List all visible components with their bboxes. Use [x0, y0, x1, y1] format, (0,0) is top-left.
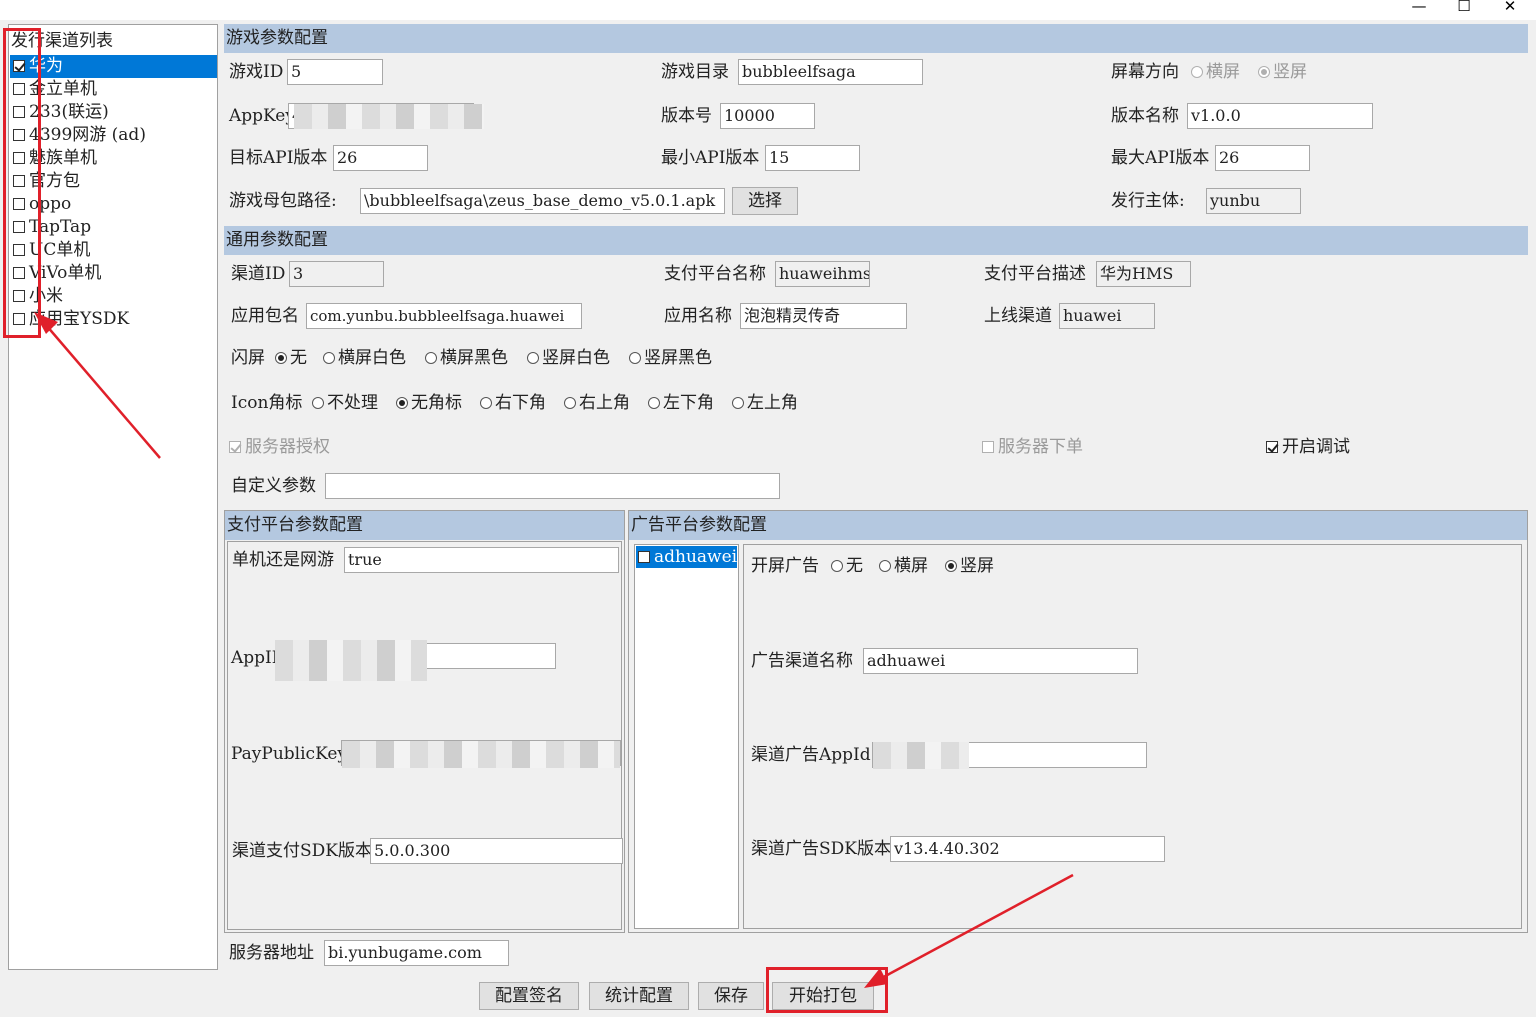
annotation-arrow-line — [45, 324, 161, 459]
annotation-arrow-head — [864, 968, 888, 988]
annotation-arrows — [34, 312, 1074, 988]
annotation-arrow-line — [877, 873, 1074, 982]
annotation-arrow-head — [34, 312, 58, 334]
